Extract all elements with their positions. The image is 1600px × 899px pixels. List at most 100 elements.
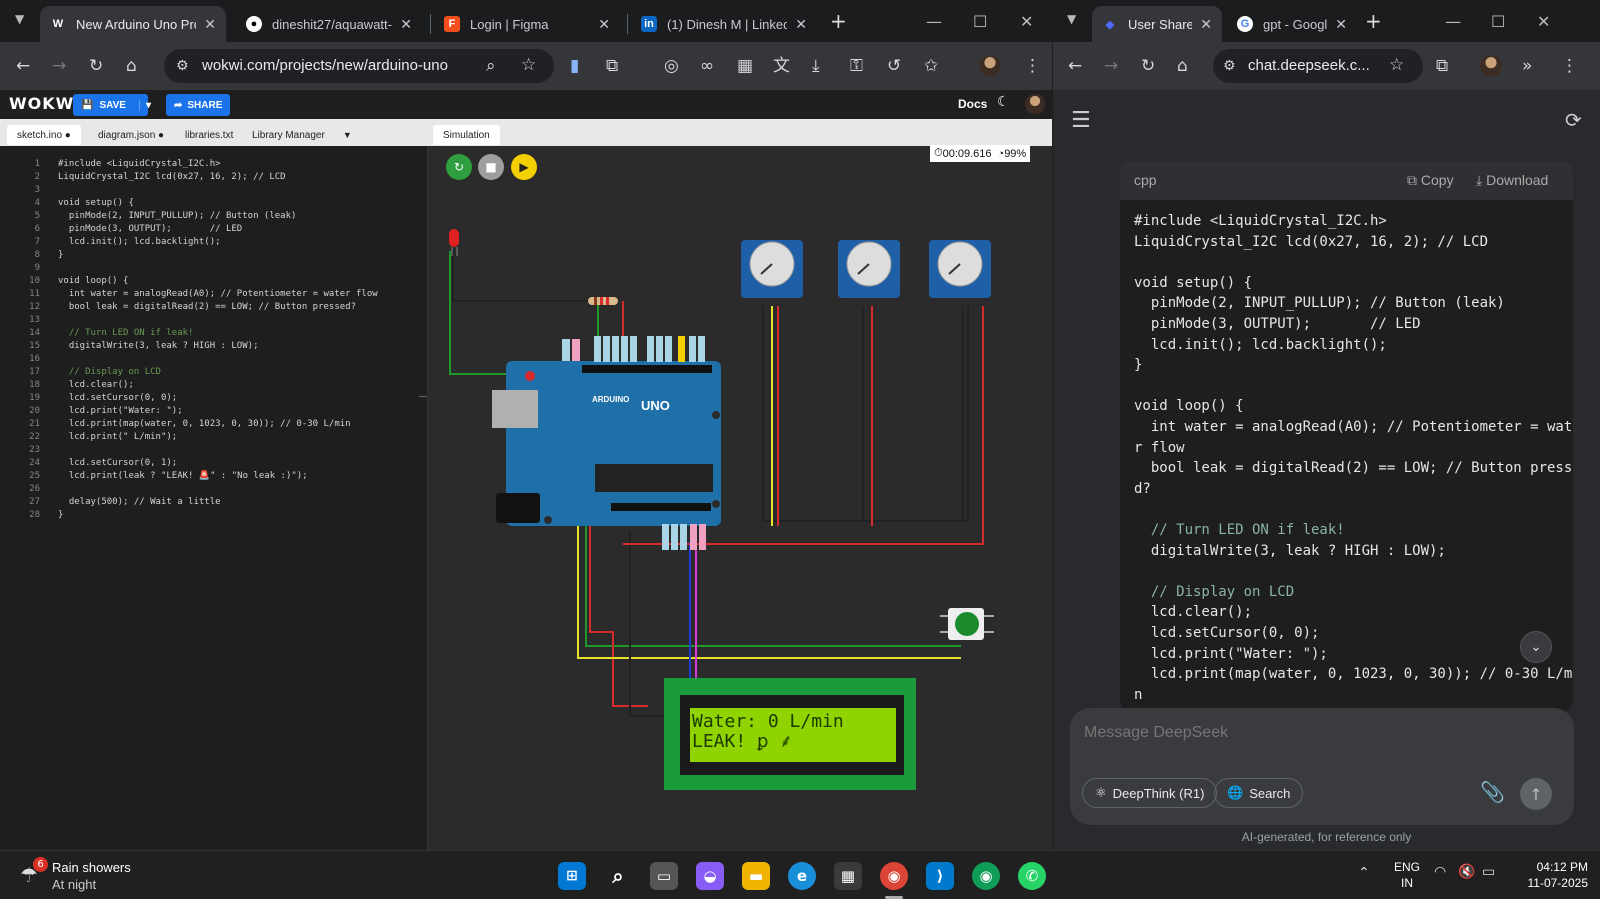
share-button[interactable]: ➦ SHARE — [166, 94, 230, 116]
site-info-icon[interactable]: ⚙ — [176, 56, 189, 76]
profile-avatar[interactable] — [1480, 55, 1502, 77]
new-chat-icon[interactable]: ⟳ — [1565, 108, 1582, 132]
sidebar-menu-icon[interactable]: ☰ — [1071, 108, 1091, 133]
close-window-icon[interactable]: ✕ — [1537, 12, 1550, 31]
maximize-icon[interactable]: ☐ — [1491, 12, 1505, 31]
tray-chevron-up-icon[interactable]: ⌃ — [1358, 865, 1370, 881]
vscode-icon[interactable]: ⟩ — [926, 862, 954, 890]
zoom-icon[interactable]: ⌕ — [486, 56, 496, 76]
reload-icon[interactable]: ↻ — [89, 56, 103, 76]
code-line[interactable]: 15 digitalWrite(3, leak ? HIGH : LOW); — [0, 340, 428, 353]
download-button[interactable]: ⤓ Download — [1476, 172, 1548, 189]
bookmark-star-icon[interactable]: ☆ — [1389, 55, 1404, 75]
clock[interactable]: 04:12 PM 11-07-2025 — [1508, 859, 1589, 891]
attach-paperclip-icon[interactable]: 📎 — [1480, 780, 1505, 804]
tab-sketch-ino[interactable]: sketch.ino ● — [7, 125, 81, 145]
link-icon[interactable]: ∞ — [700, 56, 714, 76]
tab-figma[interactable]: F Login | Figma ✕ — [434, 6, 620, 42]
code-line[interactable]: 25 lcd.print(leak ? "LEAK! 🚨" : "No leak… — [0, 470, 428, 483]
code-line[interactable]: 11 int water = analogRead(A0); // Potent… — [0, 288, 428, 301]
address-bar[interactable]: ⚙ wokwi.com/projects/new/arduino-uno ⌕ ☆ — [164, 49, 554, 83]
address-bar[interactable]: ⚙ chat.deepseek.c... ☆ — [1213, 49, 1423, 83]
tab-wokwi[interactable]: W New Arduino Uno Pro ✕ — [40, 6, 226, 42]
qr-icon[interactable]: ▦ — [737, 56, 753, 76]
code-line[interactable]: 19 lcd.setCursor(0, 0); — [0, 392, 428, 405]
close-icon[interactable]: ✕ — [400, 16, 412, 33]
copilot-icon[interactable]: ◒ — [696, 862, 724, 890]
bookmark-star-icon[interactable]: ☆ — [521, 55, 536, 75]
code-line[interactable]: 6 pinMode(3, OUTPUT); // LED — [0, 223, 428, 236]
code-line[interactable]: 8} — [0, 249, 428, 262]
weather-widget[interactable]: ☂ 6 — [20, 857, 50, 889]
code-line[interactable]: 17 // Display on LCD — [0, 366, 428, 379]
code-line[interactable]: 10 void loop() { — [0, 275, 428, 288]
screenshot-icon[interactable]: ◎ — [664, 56, 679, 76]
code-line[interactable]: 21 lcd.print(map(water, 0, 1023, 0, 30))… — [0, 418, 428, 431]
code-line[interactable]: 4 void setup() { — [0, 197, 428, 210]
close-icon[interactable]: ✕ — [204, 16, 216, 33]
code-line[interactable]: 12 bool leak = digitalRead(2) == LOW; //… — [0, 301, 428, 314]
save-button[interactable]: 💾 SAVE ▾ — [73, 94, 151, 116]
code-line[interactable]: 27 delay(500); // Wait a little — [0, 496, 428, 509]
code-line[interactable]: 28} — [0, 509, 428, 522]
close-icon[interactable]: ✕ — [1200, 16, 1212, 33]
scrollbar[interactable] — [1591, 150, 1597, 850]
new-tab-icon[interactable]: + — [830, 9, 847, 33]
task-view-icon[interactable]: ▭ — [650, 862, 678, 890]
favorites-icon[interactable]: ✩ — [924, 56, 938, 76]
extension-icon[interactable]: ▮ — [570, 56, 579, 76]
tab-search-icon[interactable]: ▼ — [15, 12, 24, 26]
caret-down-icon[interactable]: ▼ — [343, 130, 352, 140]
copy-button[interactable]: ⧉ Copy — [1407, 172, 1454, 189]
extensions-icon[interactable]: ⧉ — [606, 56, 618, 76]
code-line[interactable]: 5 pinMode(2, INPUT_PULLUP); // Button (l… — [0, 210, 428, 223]
battery-icon[interactable]: ▭ — [1482, 864, 1495, 880]
menu-kebab-icon[interactable]: ⋮ — [1561, 56, 1578, 76]
translate-icon[interactable]: 文 — [773, 56, 790, 76]
wifi-icon[interactable]: ◠ — [1434, 864, 1446, 880]
wokwi-logo[interactable]: WOKWI — [9, 94, 81, 113]
code-line[interactable]: 24 lcd.setCursor(0, 1); — [0, 457, 428, 470]
chrome-icon[interactable]: ◉ — [880, 862, 908, 890]
home-icon[interactable]: ⌂ — [126, 56, 137, 76]
code-line[interactable]: 16 — [0, 353, 428, 366]
tab-simulation[interactable]: Simulation — [433, 125, 500, 145]
download-icon[interactable]: ⤓ — [812, 56, 820, 76]
microsoft-store-icon[interactable]: ▦ — [834, 862, 862, 890]
tab-library-manager[interactable]: Library Manager ▼ — [242, 125, 362, 145]
close-icon[interactable]: ✕ — [598, 16, 610, 33]
simulation-canvas[interactable]: ↻ ■ ▶ ⏱ 00:09.616 ◔ 99% ARDUINO UNO Wate… — [428, 145, 1052, 850]
profile-avatar[interactable] — [979, 55, 1001, 77]
code-line[interactable]: 22 lcd.print(" L/min"); — [0, 431, 428, 444]
minimize-icon[interactable]: — — [926, 12, 942, 31]
close-icon[interactable]: ✕ — [1335, 16, 1347, 33]
tab-libraries-txt[interactable]: libraries.txt — [175, 125, 243, 145]
close-window-icon[interactable]: ✕ — [1020, 12, 1033, 31]
code-line[interactable]: 20 lcd.print("Water: "); — [0, 405, 428, 418]
code-line[interactable]: 2 LiquidCrystal_I2C lcd(0x27, 16, 2); // … — [0, 171, 428, 184]
code-editor[interactable]: 1 #include <LiquidCrystal_I2C.h> 2 LiquidCr… — [0, 146, 428, 850]
chrome-profile-icon[interactable]: ◉ — [972, 862, 1000, 890]
new-tab-icon[interactable]: + — [1365, 9, 1382, 33]
more-tools-icon[interactable]: » — [1522, 56, 1532, 76]
message-input[interactable] — [1084, 720, 1544, 746]
chevron-down-icon[interactable]: ▾ — [138, 99, 151, 111]
file-explorer-icon[interactable]: ▬ — [742, 862, 770, 890]
user-avatar[interactable] — [1025, 94, 1045, 114]
back-icon[interactable]: ← — [16, 56, 30, 76]
code-line[interactable]: 3 — [0, 184, 428, 197]
code-line[interactable]: 7 lcd.init(); lcd.backlight(); — [0, 236, 428, 249]
edge-icon[interactable]: e — [788, 862, 816, 890]
close-icon[interactable]: ✕ — [795, 16, 807, 33]
scroll-down-button[interactable]: ⌄ — [1520, 631, 1552, 663]
windows-start-icon[interactable]: ⊞ — [558, 862, 586, 890]
code-line[interactable]: 26 — [0, 483, 428, 496]
code-line[interactable]: 14 // Turn LED ON if leak! — [0, 327, 428, 340]
site-info-icon[interactable]: ⚙ — [1223, 56, 1236, 76]
tab-github[interactable]: ● dineshit27/aquawatt- ✕ — [236, 6, 422, 42]
whatsapp-icon[interactable]: ✆ — [1018, 862, 1046, 890]
minimize-icon[interactable]: — — [1445, 12, 1461, 31]
send-button[interactable]: ↑ — [1520, 778, 1552, 810]
tab-google[interactable]: G gpt - Googl ✕ — [1227, 6, 1357, 42]
home-icon[interactable]: ⌂ — [1177, 56, 1188, 76]
